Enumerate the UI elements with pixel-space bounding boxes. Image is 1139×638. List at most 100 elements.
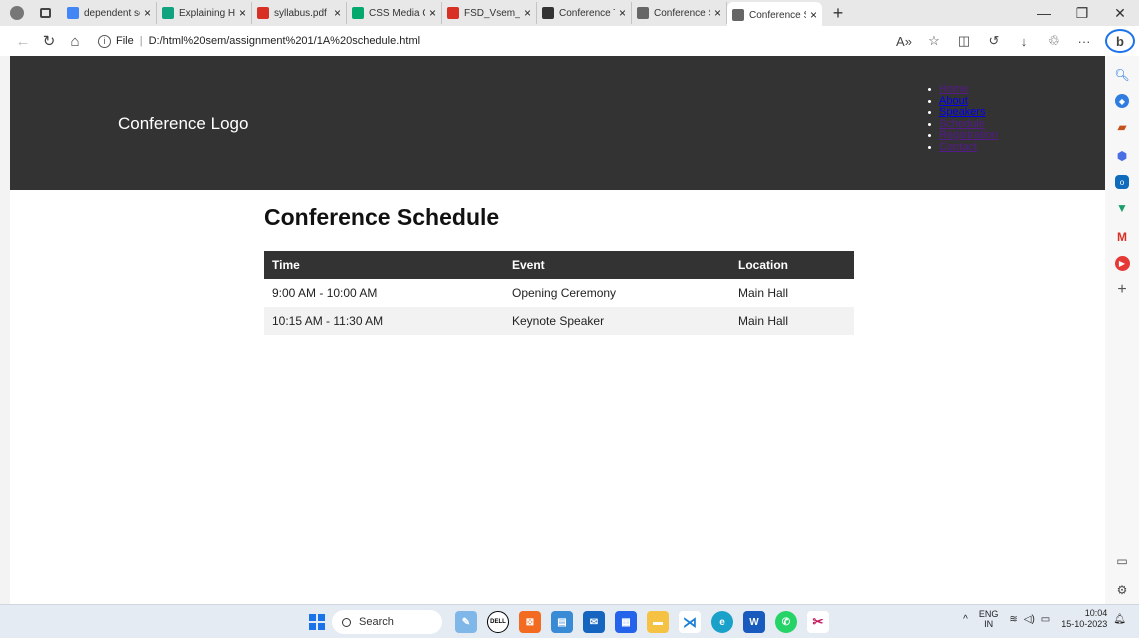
close-window-button[interactable]: ✕	[1101, 0, 1139, 26]
taskbar: Search ✎ DELL ⊠ ▤ ✉ ▦ ▬ ⋊ e W ✆ ✂ ^ ENG …	[0, 604, 1139, 638]
url-separator: |	[139, 35, 143, 47]
drop-icon[interactable]: ▼	[1112, 198, 1132, 218]
outlook-icon[interactable]: o	[1115, 175, 1129, 189]
games-icon[interactable]: ⬢	[1112, 146, 1132, 166]
file-explorer-icon[interactable]: ▬	[647, 611, 669, 633]
restore-button[interactable]: ❐	[1063, 0, 1101, 26]
page-viewport: Conference Logo Home About Speakers Schedul…	[10, 56, 1105, 604]
nav-item: Registration	[928, 129, 998, 142]
language-code: ENG	[978, 609, 999, 619]
search-icon[interactable]: 🔍︎	[1112, 65, 1132, 85]
close-tab-icon[interactable]: ×	[144, 6, 151, 20]
browser-tab[interactable]: Explaining HTML ×	[157, 2, 252, 24]
media-icon[interactable]: ▶	[1114, 256, 1130, 271]
dell-icon[interactable]: DELL	[487, 611, 509, 633]
battery-icon[interactable]: ▭	[1041, 614, 1050, 625]
history-icon[interactable]: ↺	[979, 33, 1009, 49]
split-screen-icon[interactable]: ◫	[949, 33, 979, 49]
language-indicator[interactable]: ENG IN	[979, 609, 999, 629]
tab-label: Conference Sche	[749, 9, 806, 21]
nav-item: Speakers	[928, 106, 998, 119]
close-tab-icon[interactable]: ×	[714, 6, 721, 20]
clock[interactable]: 10:04 15-10-2023	[1061, 608, 1107, 630]
collections-icon[interactable]: ◆	[1115, 94, 1129, 108]
refresh-icon[interactable]: ↻	[36, 28, 62, 54]
word-icon[interactable]: W	[743, 611, 765, 633]
favorite-star-icon[interactable]: ☆	[919, 33, 949, 49]
hide-sidebar-icon[interactable]: ▭	[1112, 551, 1132, 571]
taskbar-search-label: Search	[359, 616, 394, 628]
nav-link[interactable]: Registration	[939, 129, 998, 142]
close-tab-icon[interactable]: ×	[524, 6, 531, 20]
url-text[interactable]: D:/html%20sem/assignment%201/1A%20schedu…	[149, 35, 420, 47]
tab-label: syllabus.pdf	[274, 7, 327, 19]
sidebar-bottom: ▭ ⚙	[1112, 542, 1132, 600]
whatsapp-icon[interactable]: ✆	[775, 611, 797, 633]
edge-sidebar: 🔍︎ ◆ ▰ ⬢ o ▼ M ▶ + ▭ ⚙	[1105, 56, 1139, 604]
mail-icon[interactable]: ✉	[583, 611, 605, 633]
nav-link[interactable]: Speakers	[939, 106, 985, 119]
bullet-icon	[928, 88, 931, 92]
vscode-icon[interactable]: ⋊	[679, 611, 701, 633]
back-icon[interactable]: ←	[10, 28, 36, 54]
tab-actions-icon[interactable]	[34, 2, 56, 24]
info-icon[interactable]: i	[98, 34, 111, 48]
add-sidebar-icon[interactable]: +	[1112, 280, 1132, 300]
settings-gear-icon[interactable]: ⚙	[1112, 580, 1132, 600]
wifi-icon[interactable]: ≋	[1009, 614, 1017, 625]
store-icon[interactable]: ▦	[615, 611, 637, 633]
browser-tab[interactable]: Conference Sche ×	[727, 2, 822, 28]
taskbar-search[interactable]: Search	[332, 610, 442, 634]
close-tab-icon[interactable]: ×	[810, 8, 817, 22]
tab-list: dependent selec×Explaining HTML×syllabus…	[62, 0, 822, 28]
extensions-icon[interactable]: ♲	[1039, 33, 1069, 49]
volume-icon[interactable]: ◁)	[1024, 614, 1035, 625]
download-icon[interactable]: ↓	[1009, 34, 1039, 49]
system-tray: ^ ENG IN ≋ ◁) ▭ 10:04 15-10-2023 🔔︎	[960, 608, 1129, 630]
column-header: Location	[730, 251, 854, 279]
home-icon[interactable]: ⌂	[62, 28, 88, 54]
profile-icon[interactable]	[6, 2, 28, 24]
browser-tab[interactable]: Conference Spe ×	[632, 2, 727, 24]
browser-tab[interactable]: FSD_Vsem_CSE_ ×	[442, 2, 537, 24]
xampp-icon[interactable]: ⊠	[519, 611, 541, 633]
close-tab-icon[interactable]: ×	[239, 6, 246, 20]
snipping-tool-icon[interactable]: ✂	[807, 611, 829, 633]
tools-icon[interactable]: ▰	[1112, 117, 1132, 137]
new-tab-button[interactable]: +	[826, 3, 850, 24]
page-icon	[732, 9, 744, 21]
browser-tab[interactable]: Conference Title ×	[537, 2, 632, 24]
minimize-button[interactable]: —	[1025, 0, 1063, 26]
page-title: Conference Schedule	[264, 204, 500, 230]
notification-bell-icon[interactable]: 🔔︎	[1113, 614, 1126, 625]
nav-link[interactable]: Contact	[939, 141, 977, 154]
bullet-icon	[928, 134, 931, 138]
bullet-icon	[928, 145, 931, 149]
region-code: IN	[984, 619, 994, 629]
close-tab-icon[interactable]: ×	[429, 6, 436, 20]
app-icon[interactable]: ▤	[551, 611, 573, 633]
nav-link[interactable]: Home	[939, 83, 968, 96]
table-cell: Keynote Speaker	[504, 307, 730, 335]
table-cell: 10:15 AM - 11:30 AM	[264, 307, 504, 335]
tab-label: FSD_Vsem_CSE_	[464, 7, 520, 19]
close-tab-icon[interactable]: ×	[619, 6, 626, 20]
table-cell: Opening Ceremony	[512, 286, 617, 300]
more-menu-icon[interactable]: ···	[1069, 34, 1099, 49]
read-aloud-icon[interactable]: A»	[889, 34, 919, 49]
url-field[interactable]: i File | D:/html%20sem/assignment%201/1A…	[98, 29, 420, 53]
browser-tab[interactable]: syllabus.pdf ×	[252, 2, 347, 24]
site-logo: Conference Logo	[118, 114, 249, 133]
table-cell: 9:00 AM - 10:00 AM	[272, 286, 378, 300]
bing-copilot-icon[interactable]: b	[1105, 29, 1135, 53]
logo-icon	[542, 7, 554, 19]
edge-icon[interactable]: e	[711, 611, 733, 633]
browser-tab[interactable]: CSS Media Quer ×	[347, 2, 442, 24]
browser-tab[interactable]: dependent selec ×	[62, 2, 157, 24]
chevron-up-icon[interactable]: ^	[963, 614, 968, 625]
gmail-icon[interactable]: M	[1112, 227, 1132, 247]
close-tab-icon[interactable]: ×	[334, 6, 341, 20]
widgets-icon[interactable]: ✎	[455, 611, 477, 633]
windows-start-icon[interactable]	[309, 614, 325, 630]
column-header: Event	[504, 251, 730, 279]
